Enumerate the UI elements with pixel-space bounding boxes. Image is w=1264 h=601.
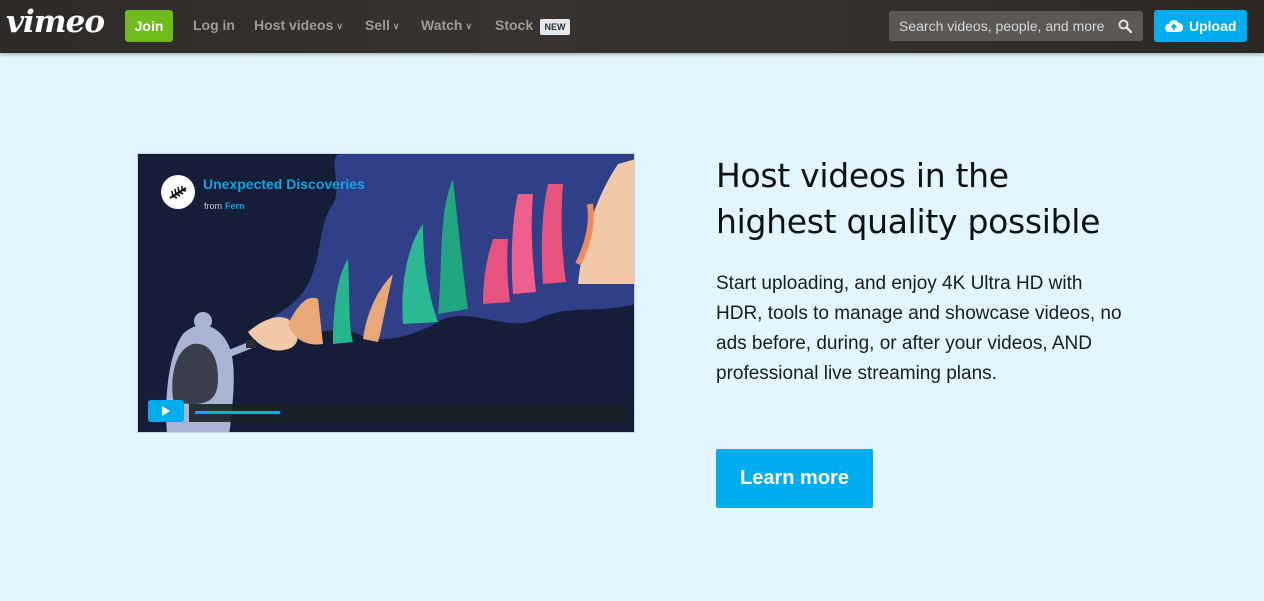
play-icon [162,406,170,416]
new-badge: NEW [540,19,570,35]
nav-watch[interactable]: Watch ∨ [421,17,472,33]
video-thumbnail-illustration [166,154,634,432]
video-author-link[interactable]: Fern [225,201,245,211]
chevron-down-icon: ∨ [336,21,343,31]
learn-more-button[interactable]: Learn more [716,449,873,508]
nav-host-videos-label: Host videos [254,17,334,33]
headline-line-1: Host videos in the [716,156,1009,195]
vimeo-logo[interactable]: vimeo [6,4,105,40]
hero-description: Start uploading, and enjoy 4K Ultra HD w… [716,273,1122,384]
nav-stock-label: Stock [495,17,534,33]
hero-headline: Host videos in the highest quality possi… [716,153,1236,245]
search-box [889,11,1143,41]
nav-host-videos[interactable]: Host videos ∨ [254,17,343,33]
top-nav-bar: vimeo Join Log in Host videos ∨ Sell ∨ Wat… [0,0,1264,53]
search-icon[interactable] [1118,19,1132,33]
nav-stock[interactable]: Stock [495,17,533,33]
upload-label: Upload [1189,18,1237,34]
nav-sell[interactable]: Sell ∨ [365,17,400,33]
nav-sell-label: Sell [365,17,390,33]
headline-line-2: highest quality possible [716,202,1101,241]
upload-button[interactable]: Upload [1154,10,1247,42]
video-byline: from Fern [204,201,245,211]
cloud-upload-icon [1165,19,1183,32]
channel-avatar[interactable] [161,175,195,209]
video-player[interactable]: Unexpected Discoveries from Fern [137,153,635,433]
video-progress-bar[interactable] [189,404,627,422]
chevron-down-icon: ∨ [465,21,473,31]
nav-log-in-label: Log in [193,17,235,33]
fern-icon [169,186,187,199]
video-title[interactable]: Unexpected Discoveries [203,176,365,192]
from-label: from [204,201,222,211]
video-progress-fill [195,411,280,414]
play-button[interactable] [148,400,184,422]
search-input[interactable] [889,11,1114,41]
join-button[interactable]: Join [125,10,173,42]
nav-log-in[interactable]: Log in [193,17,235,33]
chevron-down-icon: ∨ [392,21,400,31]
nav-watch-label: Watch [421,17,463,33]
